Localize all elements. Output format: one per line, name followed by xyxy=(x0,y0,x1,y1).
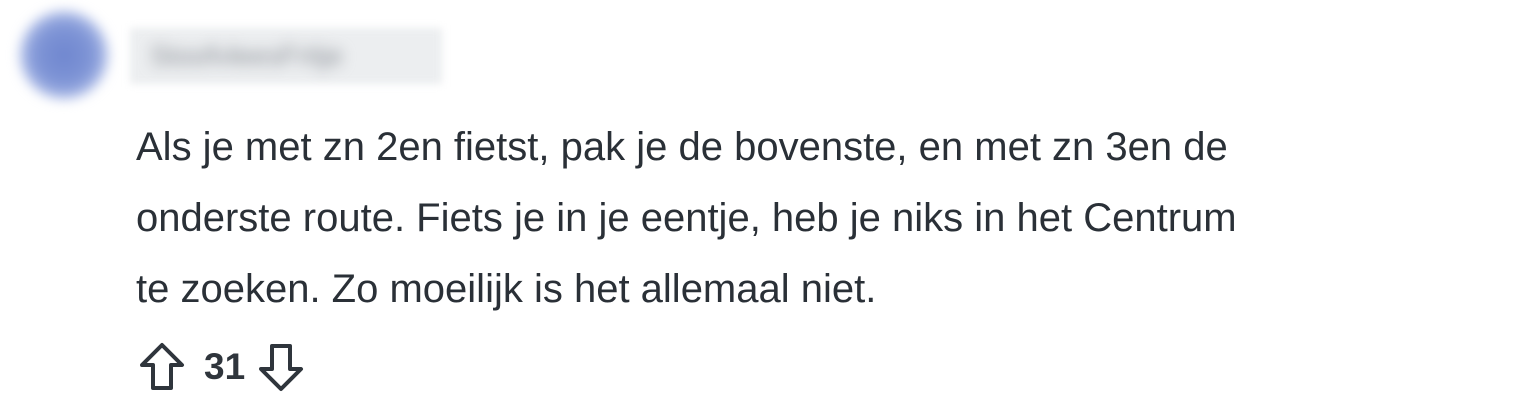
comment-line: Als je met zn 2en fietst, pak je de bove… xyxy=(136,125,1228,169)
username[interactable]: StoofvleesFritje xyxy=(150,40,343,72)
arrow-down-icon xyxy=(259,344,304,391)
comment-line: te zoeken. Zo moeilijk is het allemaal n… xyxy=(136,267,877,311)
comment-body: Als je met zn 2en fietst, pak je de bove… xyxy=(136,112,1536,325)
upvote-button[interactable] xyxy=(136,340,188,394)
comment-line: onderste route. Fiets je in je eentje, h… xyxy=(136,196,1237,240)
vote-bar: 31 xyxy=(136,340,307,394)
avatar[interactable] xyxy=(20,11,108,99)
vote-score: 31 xyxy=(204,346,246,387)
arrow-up-icon xyxy=(140,343,184,390)
downvote-button[interactable] xyxy=(255,340,307,394)
